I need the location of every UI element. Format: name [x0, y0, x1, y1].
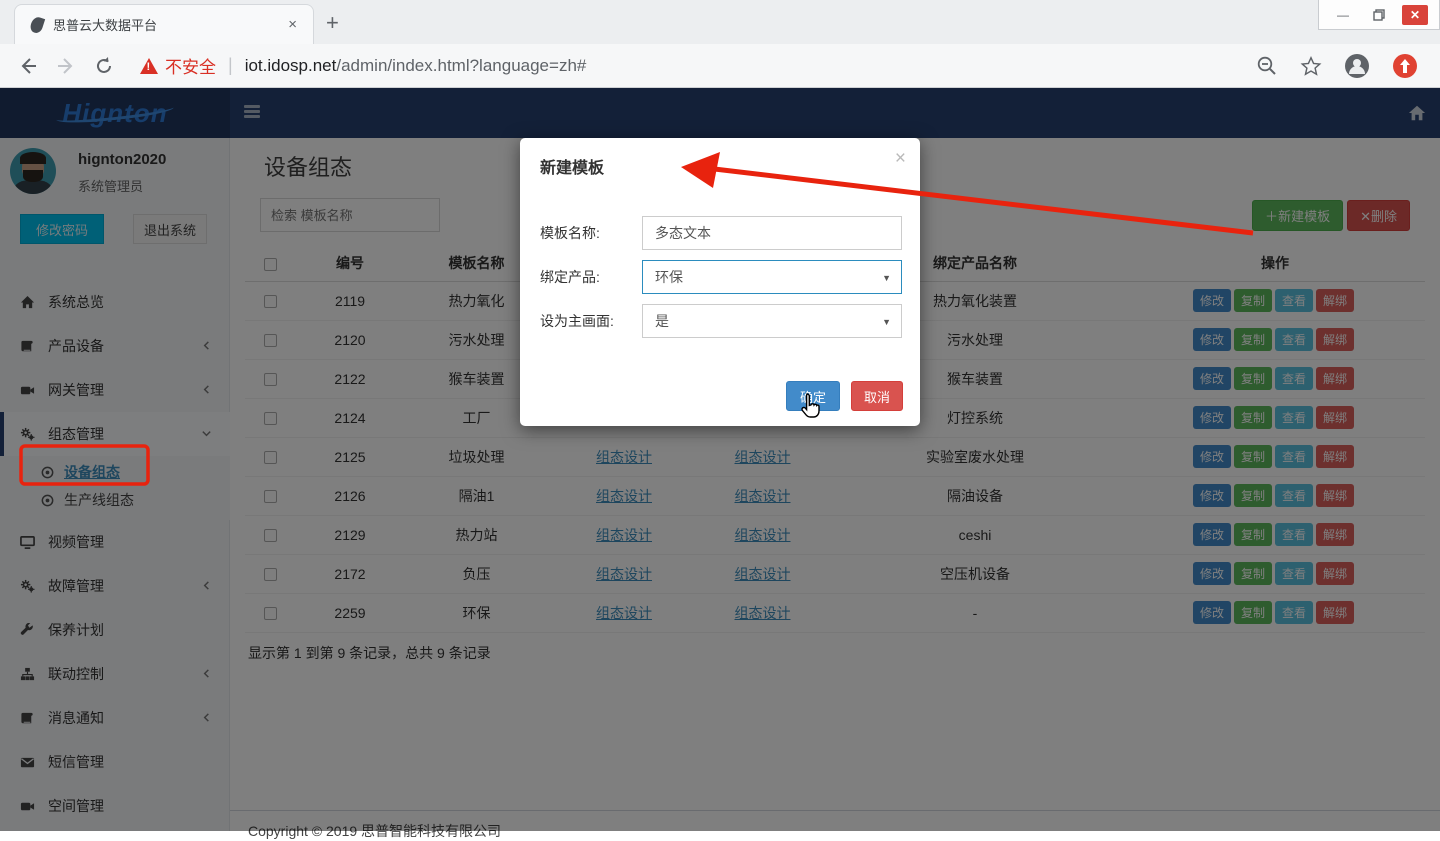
template-name-label: 模板名称: [540, 216, 600, 250]
main-screen-select[interactable]: 是 ▼ [642, 304, 902, 338]
confirm-button[interactable]: 确定 [786, 381, 840, 411]
close-icon[interactable]: ✕ [1402, 5, 1428, 25]
cancel-button[interactable]: 取消 [851, 381, 903, 411]
update-icon[interactable] [1392, 53, 1418, 79]
minimize-icon[interactable]: — [1330, 5, 1356, 25]
not-secure-label[interactable]: 不安全 [165, 53, 216, 78]
warning-icon [140, 58, 158, 74]
zoom-out-icon[interactable] [1256, 55, 1278, 77]
forward-icon[interactable] [56, 56, 76, 76]
window-controls: — ✕ [1318, 0, 1440, 30]
profile-icon[interactable] [1344, 53, 1370, 79]
chevron-down-icon: ▼ [882, 305, 891, 339]
url-divider: | [228, 55, 233, 76]
browser-toolbar: 不安全 | iot.idosp.net/admin/index.html?lan… [0, 44, 1440, 88]
bookmark-star-icon[interactable] [1300, 55, 1322, 77]
restore-icon[interactable] [1366, 5, 1392, 25]
address-bar[interactable]: 不安全 | iot.idosp.net/admin/index.html?lan… [140, 53, 1256, 78]
reload-icon[interactable] [94, 56, 114, 76]
chevron-down-icon: ▼ [882, 261, 891, 295]
back-icon[interactable] [18, 56, 38, 76]
favicon-icon [29, 15, 45, 34]
url-path: /admin/index.html?language=zh# [336, 56, 586, 76]
bind-product-select[interactable]: 环保 ▼ [642, 260, 902, 294]
bind-product-label: 绑定产品: [540, 260, 600, 294]
modal-title: 新建模板 [540, 160, 604, 177]
template-name-input[interactable] [642, 216, 902, 250]
tab-strip: 思普云大数据平台 × + — ✕ [0, 0, 1440, 44]
browser-tab[interactable]: 思普云大数据平台 × [14, 4, 314, 44]
app-page: Hignton hignton2020 系统管理员 修改密码 退出系统 系统总览… [0, 88, 1440, 831]
browser-chrome: 思普云大数据平台 × + — ✕ 不安全 | iot.idosp.net/adm… [0, 0, 1440, 88]
tab-title: 思普云大数据平台 [53, 15, 282, 34]
url-host: iot.idosp.net [245, 56, 337, 76]
tab-close-icon[interactable]: × [282, 14, 303, 35]
new-template-modal: 新建模板 × 模板名称: 绑定产品: 环保 ▼ 设为主画面: 是 ▼ 确定 取消 [520, 138, 920, 426]
modal-close-icon[interactable]: × [895, 148, 906, 170]
new-tab-button[interactable]: + [326, 10, 339, 36]
main-screen-label: 设为主画面: [540, 304, 614, 338]
